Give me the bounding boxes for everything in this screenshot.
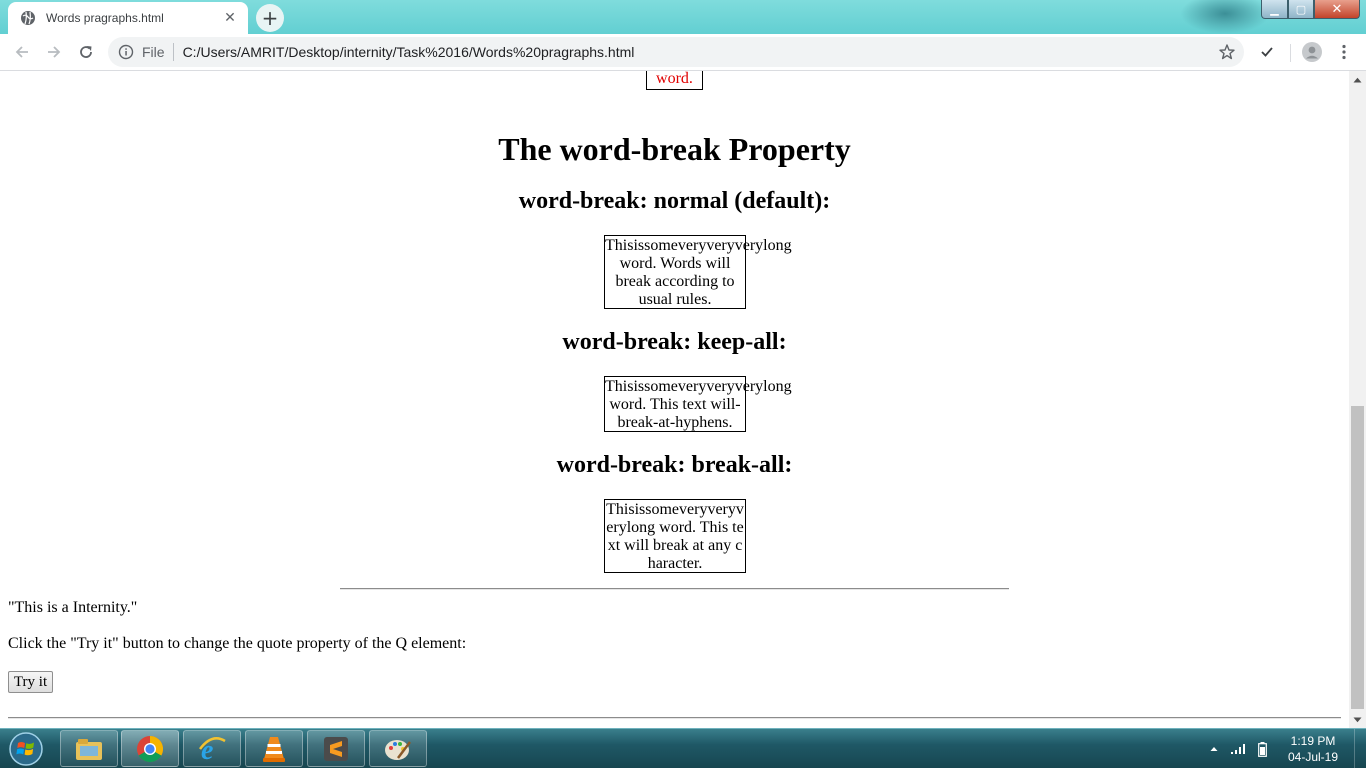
browser-toolbar: File C:/Users/AMRIT/Desktop/internity/Ta… <box>0 34 1366 71</box>
box-line: Thisissomeveryveryverylong <box>605 378 792 395</box>
close-icon: ✕ <box>1331 1 1343 17</box>
reload-button[interactable] <box>72 38 100 66</box>
try-it-button[interactable]: Try it <box>8 671 53 693</box>
scroll-down-button[interactable] <box>1349 711 1366 728</box>
taskbar-paint[interactable] <box>369 730 427 767</box>
box-line: break according to <box>615 273 735 290</box>
forward-arrow-icon <box>48 46 61 58</box>
quote-paragraph: "This is a Internity." <box>8 599 138 616</box>
profile-button[interactable] <box>1298 38 1326 66</box>
word-break-normal-box: Thisissomeveryveryverylong word. Words w… <box>604 235 792 309</box>
box-line: word. This text will- <box>609 396 741 413</box>
word-break-keep-all-box: Thisissomeveryveryverylong word. This te… <box>604 376 792 432</box>
address-bar[interactable]: File C:/Users/AMRIT/Desktop/internity/Ta… <box>108 37 1244 67</box>
chrome-menu-button[interactable] <box>1330 38 1358 66</box>
section-heading-break-all: word-break: break-all: <box>556 452 793 478</box>
browser-tab-strip: Words pragraphs.html ✕ + ▁ ▢ ✕ <box>0 0 1366 34</box>
previous-example-box: word. <box>646 71 703 90</box>
horizontal-rule <box>340 588 1009 590</box>
start-button[interactable] <box>3 730 49 768</box>
taskbar-vlc[interactable] <box>245 730 303 767</box>
page-viewport: word. The word-break Property word-break… <box>0 71 1349 728</box>
sublime-text-icon <box>324 736 348 761</box>
active-tab[interactable]: Words pragraphs.html ✕ <box>8 2 248 34</box>
show-desktop-button[interactable] <box>1354 729 1366 768</box>
url-text: C:/Users/AMRIT/Desktop/internity/Task%20… <box>182 44 635 60</box>
section-heading-keep-all: word-break: keep-all: <box>562 329 787 355</box>
box-line: erylong word. This te <box>606 519 744 536</box>
vlc-icon <box>263 736 285 762</box>
tab-close-icon[interactable]: ✕ <box>222 10 238 26</box>
forward-button[interactable] <box>40 38 68 66</box>
profile-avatar-icon <box>1302 42 1322 62</box>
windows-explorer-icon <box>76 738 102 760</box>
box-line: word. Words will <box>619 255 731 272</box>
minimize-icon: ▁ <box>1270 2 1279 16</box>
vertical-scrollbar[interactable] <box>1349 71 1366 728</box>
paint-icon <box>385 739 411 760</box>
clock-time: 1:19 PM <box>1290 734 1336 748</box>
box-line: haracter. <box>647 555 703 572</box>
kebab-menu-icon <box>1342 44 1346 60</box>
globe-icon <box>20 10 36 26</box>
back-arrow-icon <box>15 46 28 58</box>
checkmark-icon <box>1261 47 1273 57</box>
close-window-button[interactable]: ✕ <box>1314 0 1360 19</box>
windows-taskbar: e 1:19 PM 04-Jul-19 <box>0 728 1366 768</box>
box-line: break-at-hyphens. <box>617 414 733 431</box>
box-line: Thisissomeveryveryv <box>606 501 744 518</box>
taskbar-windows-explorer[interactable] <box>60 730 118 767</box>
page-heading: The word-break Property <box>498 131 851 167</box>
box-line: usual rules. <box>638 291 712 308</box>
toolbar-divider <box>1290 44 1291 62</box>
internet-explorer-icon: e <box>199 735 226 763</box>
scroll-down-arrow-icon <box>1353 717 1362 722</box>
maximize-icon: ▢ <box>1295 2 1307 16</box>
instruction-paragraph: Click the "Try it" button to change the … <box>8 635 467 652</box>
minimize-button[interactable]: ▁ <box>1261 0 1288 19</box>
section-heading-normal: word-break: normal (default): <box>518 188 831 214</box>
info-icon[interactable] <box>118 44 134 60</box>
taskbar-clock[interactable]: 1:19 PM 04-Jul-19 <box>1278 733 1348 765</box>
system-tray: 1:19 PM 04-Jul-19 <box>1206 729 1366 768</box>
scroll-up-arrow-icon <box>1353 77 1362 82</box>
maximize-button[interactable]: ▢ <box>1288 0 1314 19</box>
chrome-icon <box>137 735 164 762</box>
taskbar-chrome[interactable] <box>121 730 179 767</box>
word-break-break-all-box: Thisissomeveryveryv erylong word. This t… <box>604 499 746 573</box>
windows-start-icon <box>9 732 43 766</box>
star-icon[interactable] <box>1218 43 1236 61</box>
taskbar-internet-explorer[interactable]: e <box>183 730 241 767</box>
network-signal-icon[interactable] <box>1230 741 1246 757</box>
box-line: xt will break at any c <box>607 537 743 554</box>
scroll-up-button[interactable] <box>1349 71 1366 88</box>
scrollbar-thumb[interactable] <box>1351 406 1364 709</box>
back-button[interactable] <box>8 38 36 66</box>
box-line: Thisissomeveryveryverylong <box>605 237 792 254</box>
horizontal-rule <box>8 717 1341 719</box>
show-hidden-icons-icon[interactable] <box>1206 741 1222 757</box>
battery-icon[interactable] <box>1254 741 1270 757</box>
clock-date: 04-Jul-19 <box>1287 750 1339 764</box>
omnibox-divider <box>172 43 174 61</box>
reload-icon <box>80 46 92 58</box>
tab-title: Words pragraphs.html <box>46 11 164 25</box>
extension-button[interactable] <box>1253 38 1281 66</box>
scheme-label: File <box>142 44 165 60</box>
taskbar-sublime-text[interactable] <box>307 730 365 767</box>
titlebar-background-decoration <box>1180 0 1270 34</box>
new-tab-button[interactable]: + <box>256 4 284 32</box>
